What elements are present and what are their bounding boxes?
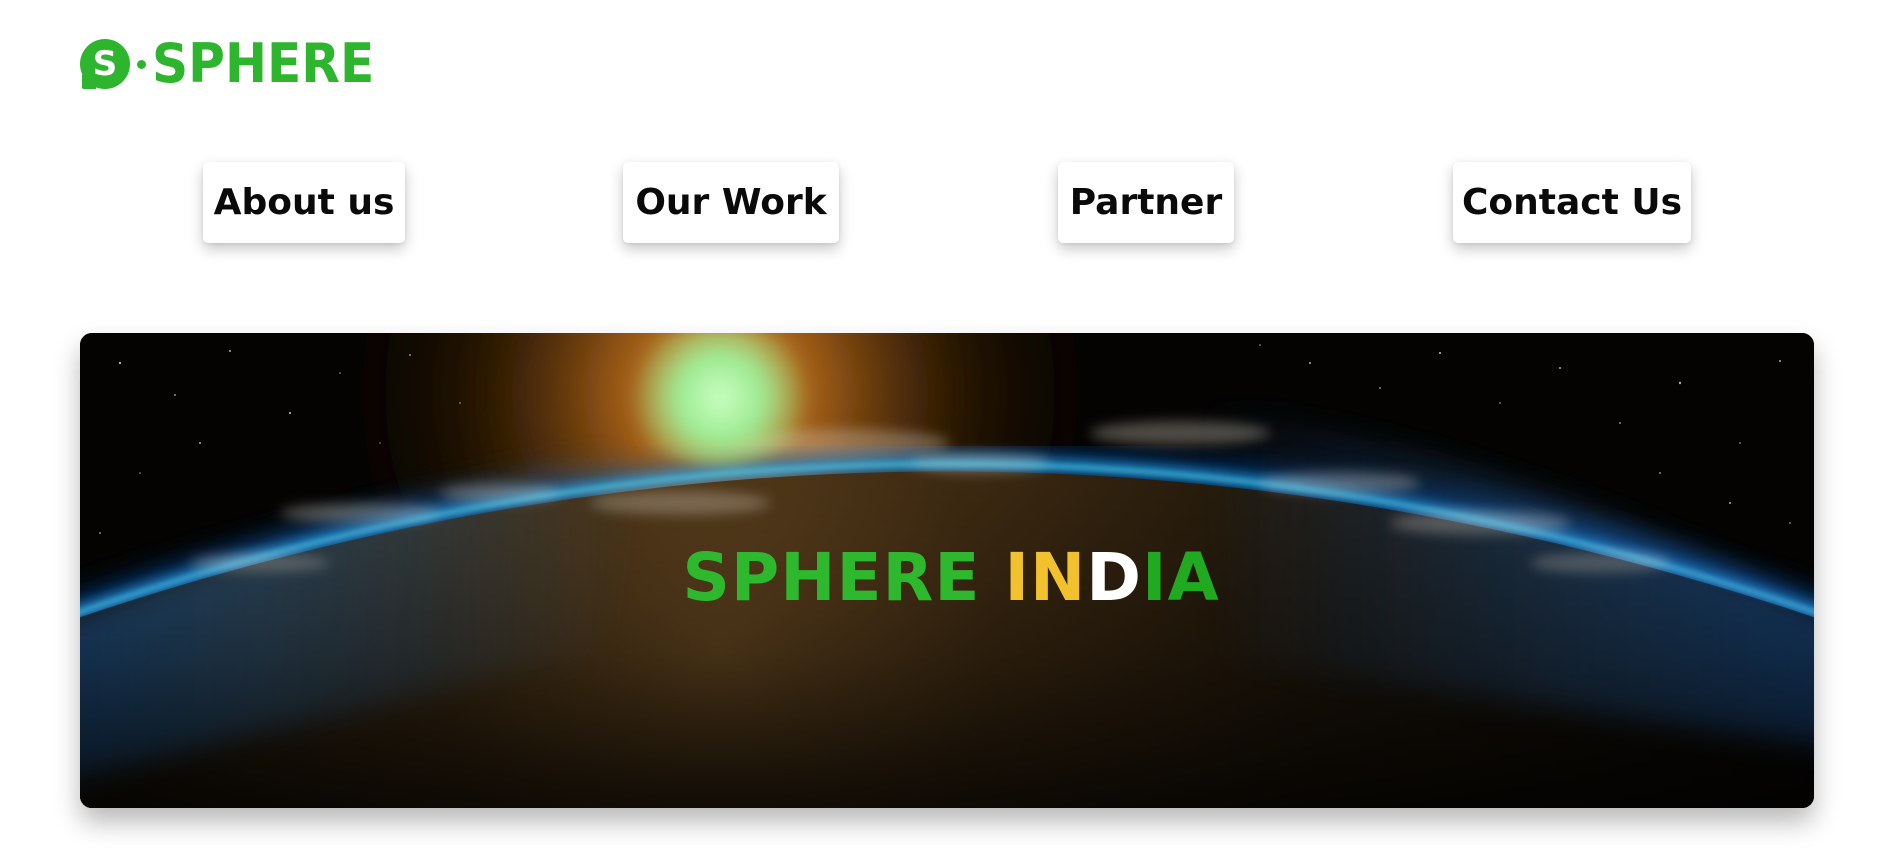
site-logo[interactable]: S SPHERE <box>80 34 391 94</box>
nav-about-us-button[interactable]: About us <box>203 162 405 243</box>
nav-partner-button[interactable]: Partner <box>1058 162 1234 243</box>
logo-dot-icon <box>137 59 146 69</box>
hero-title: SPHERE INDIA <box>84 545 1814 611</box>
logo-s-icon: S <box>80 39 130 89</box>
logo-letter: S <box>92 44 118 84</box>
hero-title-sphere: SPHERE <box>682 539 981 616</box>
hero-banner: SPHERE INDIA <box>80 333 1814 808</box>
hero-title-ia: IA <box>1142 539 1220 616</box>
nav-contact-us-button[interactable]: Contact Us <box>1453 162 1691 243</box>
nav-our-work-button[interactable]: Our Work <box>623 162 839 243</box>
hero-title-in: IN <box>1004 539 1087 616</box>
logo-text: SPHERE <box>152 32 375 95</box>
hero-title-d: D <box>1086 539 1143 616</box>
